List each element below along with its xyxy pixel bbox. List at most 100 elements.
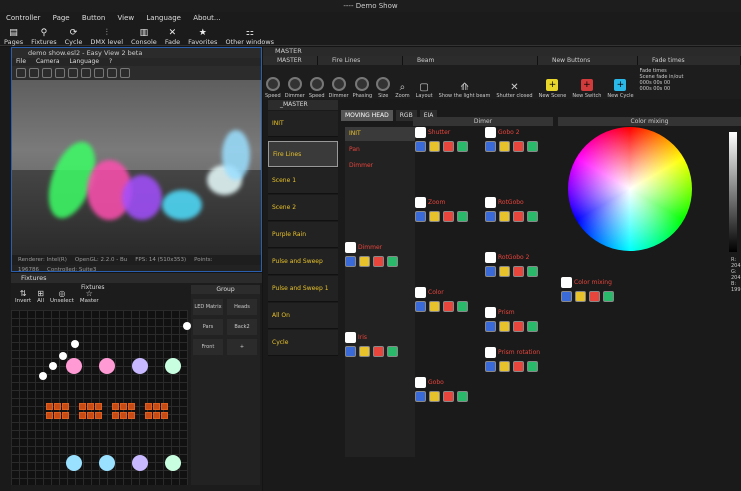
group-pars[interactable]: Pars [193, 319, 223, 335]
unselect-button[interactable]: ◎ Unselect [50, 289, 74, 311]
par-fixture[interactable] [153, 403, 160, 410]
tab-master[interactable]: MASTER [263, 56, 318, 65]
par-fixture[interactable] [95, 412, 102, 419]
shutter-closed-button[interactable]: ✕ Shutter closed [493, 65, 535, 99]
par-fixture[interactable] [153, 412, 160, 419]
tab-new-buttons[interactable]: New Buttons [538, 56, 638, 65]
par-fixture[interactable] [112, 403, 119, 410]
all-button[interactable]: ⊞ All [37, 289, 44, 311]
scene-all-on[interactable]: All On [268, 303, 338, 329]
white-fixture[interactable] [49, 362, 57, 370]
light-icon[interactable] [107, 68, 117, 78]
par-fixture[interactable] [87, 412, 94, 419]
preset-button[interactable] [415, 301, 426, 312]
preset-button[interactable] [429, 141, 440, 152]
par-fixture[interactable] [128, 403, 135, 410]
category-prism-rotation[interactable]: Prism rotation [485, 347, 540, 358]
front-fixture[interactable] [66, 455, 82, 471]
par-fixture[interactable] [161, 412, 168, 419]
category-dimmer[interactable]: Dimmer [345, 242, 382, 253]
menu-page[interactable]: Page [53, 14, 70, 22]
preset-button[interactable] [513, 361, 524, 372]
save-icon[interactable] [55, 68, 65, 78]
category-prism[interactable]: Prism [485, 307, 515, 318]
head-fixture[interactable] [99, 358, 115, 374]
category-zoom[interactable]: Zoom [415, 197, 445, 208]
front-fixture[interactable] [99, 455, 115, 471]
preset-button[interactable] [513, 266, 524, 277]
preset-button[interactable] [499, 321, 510, 332]
menu-controller[interactable]: Controller [6, 14, 40, 22]
favorites-button[interactable]: ★ Favorites [184, 24, 221, 46]
refresh-icon[interactable] [94, 68, 104, 78]
front-fixture[interactable] [132, 455, 148, 471]
par-fixture[interactable] [54, 412, 61, 419]
par-fixture[interactable] [120, 412, 127, 419]
preset-button[interactable] [527, 361, 538, 372]
preset-button[interactable] [603, 291, 614, 302]
preset-button[interactable] [443, 301, 454, 312]
layout-button[interactable]: ▢ Layout [413, 65, 436, 99]
par-fixture[interactable] [145, 412, 152, 419]
preset-button[interactable] [345, 346, 356, 357]
preset-button[interactable] [457, 141, 468, 152]
head-fixture[interactable] [66, 358, 82, 374]
viz-menu-help[interactable]: ? [109, 58, 112, 65]
category-rotgobo[interactable]: RotGobo [485, 197, 524, 208]
preset-button[interactable] [527, 266, 538, 277]
preset-button[interactable] [575, 291, 586, 302]
preset-button[interactable] [387, 346, 398, 357]
pages-button[interactable]: ▤ Pages [0, 24, 27, 46]
par-fixture[interactable] [62, 412, 69, 419]
3d-stage-view[interactable] [12, 80, 261, 255]
preset-button[interactable] [415, 211, 426, 222]
fade-button[interactable]: ✕ Fade [161, 24, 184, 46]
menu-language[interactable]: Language [146, 14, 181, 22]
speed-knob-2[interactable]: Speed [307, 65, 327, 99]
grid-icon[interactable] [42, 68, 52, 78]
par-fixture[interactable] [120, 403, 127, 410]
par-fixture[interactable] [62, 403, 69, 410]
new-switch-button[interactable]: + New Switch [569, 65, 604, 99]
preset-button[interactable] [443, 141, 454, 152]
menu-button[interactable]: Button [82, 14, 105, 22]
preset-button[interactable] [527, 211, 538, 222]
category-gobo-2[interactable]: Gobo 2 [485, 127, 520, 138]
category-shutter[interactable]: Shutter [415, 127, 450, 138]
preset-button[interactable] [561, 291, 572, 302]
white-fixture[interactable] [59, 352, 67, 360]
par-fixture[interactable] [145, 403, 152, 410]
par-fixture[interactable] [161, 403, 168, 410]
preset-button[interactable] [443, 211, 454, 222]
head-fixture[interactable] [132, 358, 148, 374]
preset-init[interactable]: INIT [345, 127, 415, 141]
dimmer-knob[interactable]: Dimmer [283, 65, 307, 99]
par-fixture[interactable] [46, 403, 53, 410]
preset-button[interactable] [429, 211, 440, 222]
scene-1[interactable]: Scene 1 [268, 168, 338, 194]
preset-button[interactable] [485, 266, 496, 277]
view-icon[interactable] [81, 68, 91, 78]
preset-button[interactable] [457, 301, 468, 312]
preset-button[interactable] [513, 211, 524, 222]
preset-button[interactable] [457, 211, 468, 222]
preset-button[interactable] [485, 211, 496, 222]
preset-button[interactable] [443, 391, 454, 402]
viz-menu-camera[interactable]: Camera [36, 58, 60, 65]
preset-button[interactable] [499, 141, 510, 152]
scene-fire-lines[interactable]: Fire Lines [268, 141, 338, 167]
preset-button[interactable] [373, 256, 384, 267]
par-fixture[interactable] [112, 412, 119, 419]
color-wheel[interactable] [568, 127, 692, 251]
preset-button[interactable] [359, 346, 370, 357]
par-fixture[interactable] [79, 412, 86, 419]
camera-icon[interactable] [68, 68, 78, 78]
redo-icon[interactable] [29, 68, 39, 78]
preset-button[interactable] [359, 256, 370, 267]
scene-pulse-sweep-1[interactable]: Pulse and Sweep 1 [268, 276, 338, 302]
par-fixture[interactable] [79, 403, 86, 410]
front-fixture[interactable] [165, 455, 181, 471]
size-knob[interactable]: Size [374, 65, 392, 99]
viz-menu-language[interactable]: Language [69, 58, 99, 65]
par-fixture[interactable] [54, 403, 61, 410]
